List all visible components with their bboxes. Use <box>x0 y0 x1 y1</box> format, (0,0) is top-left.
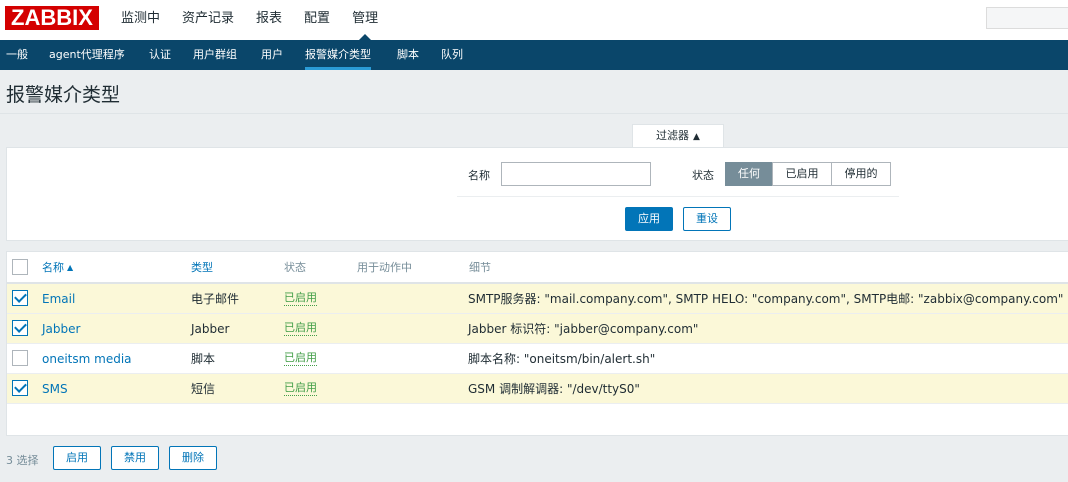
media-type-details: GSM 调制解调器: "/dev/ttyS0" <box>468 382 640 396</box>
media-type-details: 脚本名称: "oneitsm/bin/alert.sh" <box>468 352 656 366</box>
top-bar: ZABBIX 监测中 资产记录 报表 配置 管理 <box>0 0 1068 41</box>
status-toggle[interactable]: 已启用 <box>284 351 317 366</box>
media-type-details: Jabber 标识符: "jabber@company.com" <box>468 322 699 336</box>
status-toggle[interactable]: 已启用 <box>284 381 317 396</box>
row-checkbox[interactable] <box>12 320 28 336</box>
main-menu: 监测中 资产记录 报表 配置 管理 <box>110 0 389 41</box>
header-type[interactable]: 类型 <box>191 252 213 282</box>
submenu-scripts[interactable]: 脚本 <box>397 40 419 70</box>
header-details: 细节 <box>469 261 491 274</box>
select-all-checkbox[interactable] <box>12 259 28 275</box>
filter-status-label: 状态 <box>692 169 714 182</box>
table-header: 名称 ▲ 类型 状态 用于动作中 细节 <box>7 252 1068 284</box>
menu-inventory[interactable]: 资产记录 <box>171 0 245 40</box>
filter-tab-label: 过滤器 <box>656 129 690 142</box>
media-type-type: Jabber <box>191 321 230 336</box>
disable-selected-button[interactable]: 禁用 <box>111 446 159 470</box>
header-used-in-actions: 用于动作中 <box>357 261 412 274</box>
selected-count: 3 选择 <box>6 454 39 467</box>
row-checkbox[interactable] <box>12 350 28 366</box>
header-status[interactable]: 状态 <box>284 252 306 282</box>
status-option-any[interactable]: 任何 <box>725 162 773 186</box>
filter-name-label: 名称 <box>468 169 490 182</box>
media-type-type: 脚本 <box>191 352 216 366</box>
submenu-proxies[interactable]: agent代理程序 <box>49 40 125 70</box>
header-name-label: 名称 <box>42 261 64 274</box>
table-row: Email 电子邮件 已启用 SMTP服务器: "mail.company.co… <box>7 284 1068 314</box>
submenu-general[interactable]: 一般 <box>6 40 28 70</box>
status-toggle[interactable]: 已启用 <box>284 321 317 336</box>
sort-asc-icon: ▲ <box>67 262 74 272</box>
submenu-users[interactable]: 用户 <box>261 40 283 70</box>
media-type-details: SMTP服务器: "mail.company.com", SMTP HELO: … <box>468 292 1064 306</box>
title-divider <box>0 113 1068 114</box>
enable-selected-button[interactable]: 启用 <box>53 446 101 470</box>
sub-menu: 一般 agent代理程序 认证 用户群组 用户 报警媒介类型 脚本 队列 <box>0 40 1068 70</box>
row-checkbox[interactable] <box>12 290 28 306</box>
media-type-type: 短信 <box>191 382 216 396</box>
menu-reports[interactable]: 报表 <box>245 0 293 40</box>
submenu-queue[interactable]: 队列 <box>441 40 463 70</box>
zabbix-logo[interactable]: ZABBIX <box>5 6 99 30</box>
media-type-name-link[interactable]: SMS <box>42 382 68 396</box>
page-title: 报警媒介类型 <box>6 84 121 106</box>
table-row: oneitsm media 脚本 已启用 脚本名称: "oneitsm/bin/… <box>7 344 1068 374</box>
row-checkbox[interactable] <box>12 380 28 396</box>
reset-button[interactable]: 重设 <box>683 207 731 231</box>
global-search-input[interactable] <box>986 7 1068 29</box>
filter-tab[interactable]: 过滤器 ▲ <box>632 124 724 148</box>
status-option-disabled[interactable]: 停用的 <box>831 162 891 186</box>
media-types-table: 名称 ▲ 类型 状态 用于动作中 细节 Email 电子邮件 已启用 SMTP服… <box>6 251 1068 436</box>
submenu-media-types[interactable]: 报警媒介类型 <box>305 40 371 70</box>
menu-configuration[interactable]: 配置 <box>293 0 341 40</box>
media-type-name-link[interactable]: Email <box>42 292 75 306</box>
collapse-arrow-icon: ▲ <box>693 132 700 142</box>
submenu-user-groups[interactable]: 用户群组 <box>193 40 237 70</box>
apply-button[interactable]: 应用 <box>625 207 673 231</box>
menu-monitoring[interactable]: 监测中 <box>110 0 171 40</box>
table-row: Jabber Jabber 已启用 Jabber 标识符: "jabber@co… <box>7 314 1068 344</box>
table-row: SMS 短信 已启用 GSM 调制解调器: "/dev/ttyS0" <box>7 374 1068 404</box>
submenu-authentication[interactable]: 认证 <box>149 40 171 70</box>
media-type-name-link[interactable]: Jabber <box>42 322 80 336</box>
media-type-name-link[interactable]: oneitsm media <box>42 352 132 366</box>
status-toggle[interactable]: 已启用 <box>284 291 317 306</box>
delete-selected-button[interactable]: 删除 <box>169 446 217 470</box>
filter-name-input[interactable] <box>501 162 651 186</box>
filter-divider <box>457 196 899 197</box>
header-name[interactable]: 名称 ▲ <box>42 252 73 282</box>
menu-administration[interactable]: 管理 <box>341 0 389 41</box>
media-type-type: 电子邮件 <box>191 292 240 306</box>
status-option-enabled[interactable]: 已启用 <box>772 162 832 186</box>
